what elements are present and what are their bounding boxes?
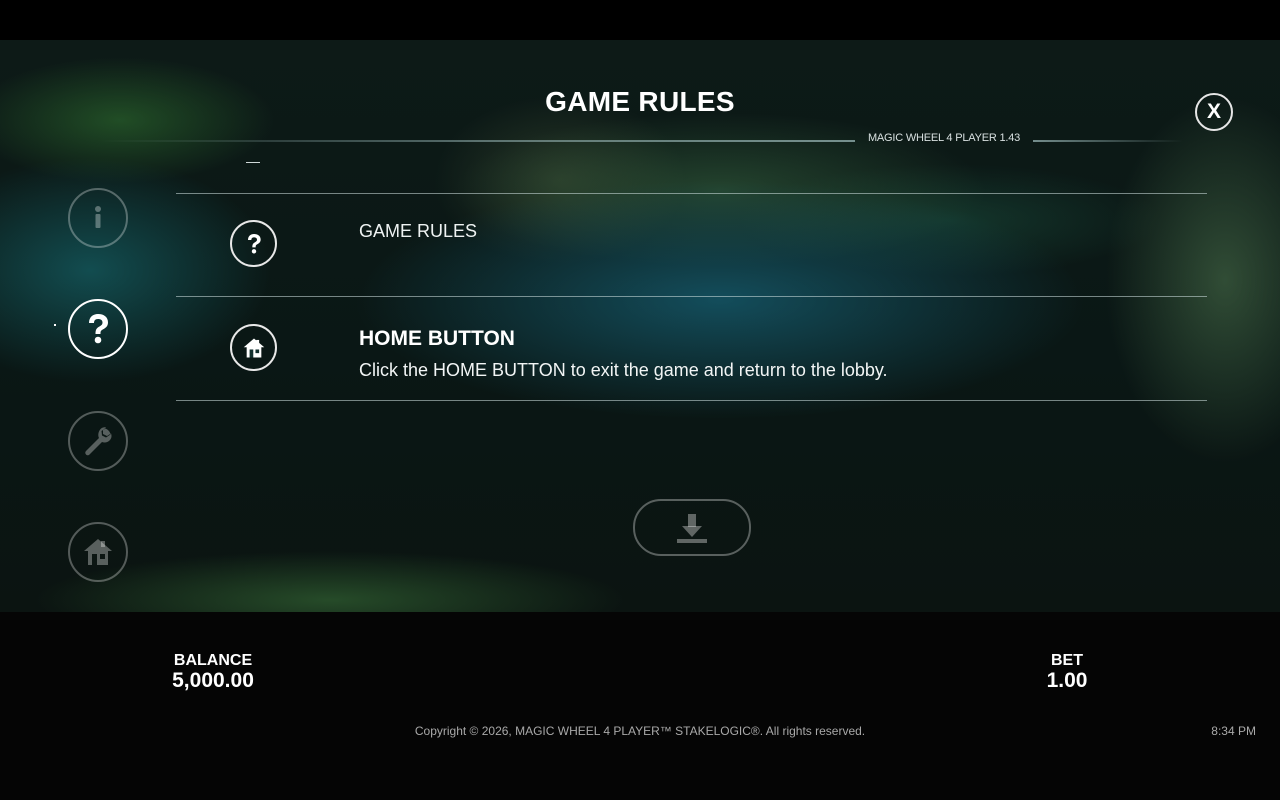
scroll-position-mark — [246, 162, 260, 163]
rules-row-title: GAME RULES — [359, 221, 478, 241]
sidebar-item-info[interactable] — [68, 188, 128, 248]
wrench-icon — [85, 427, 112, 456]
row-divider — [176, 193, 1207, 194]
balance-display: BALANCE 5,000.00 — [153, 652, 273, 693]
question-icon — [89, 314, 108, 344]
info-icon — [95, 206, 101, 228]
bet-label: BET — [1051, 652, 1083, 669]
active-indicator-dot — [54, 324, 56, 326]
download-icon — [677, 513, 707, 543]
sidebar-item-settings[interactable] — [68, 411, 128, 471]
rules-row-title: HOME BUTTON — [359, 327, 515, 350]
download-button[interactable] — [633, 499, 751, 556]
home-icon — [243, 337, 264, 358]
rules-row-icon-badge — [230, 324, 277, 371]
rules-row-description: Click the HOME BUTTON to exit the game a… — [359, 360, 888, 380]
sidebar-item-home[interactable] — [68, 522, 128, 582]
rules-row-icon-badge — [230, 220, 277, 267]
game-version-label: MAGIC WHEEL 4 PLAYER 1.43 — [867, 132, 1021, 144]
close-button[interactable]: X — [1195, 93, 1233, 131]
question-icon — [247, 233, 261, 254]
copyright-text: Copyright © 2026, MAGIC WHEEL 4 PLAYER™ … — [414, 724, 866, 738]
home-icon — [84, 539, 112, 565]
balance-value: 5,000.00 — [172, 669, 254, 692]
page-title: GAME RULES — [545, 86, 735, 117]
title-divider-right — [1033, 140, 1183, 142]
sidebar-item-game-rules[interactable] — [68, 299, 128, 359]
bet-value: 1.00 — [1046, 669, 1088, 692]
row-divider — [176, 400, 1207, 401]
game-footer — [0, 612, 1280, 800]
top-bar — [0, 0, 1280, 40]
title-divider-left — [100, 140, 855, 142]
balance-label: BALANCE — [173, 652, 253, 669]
row-divider — [176, 296, 1207, 297]
bet-display: BET 1.00 — [1017, 652, 1117, 693]
close-icon: X — [1206, 100, 1221, 123]
clock: 8:34 PM — [1211, 724, 1256, 738]
